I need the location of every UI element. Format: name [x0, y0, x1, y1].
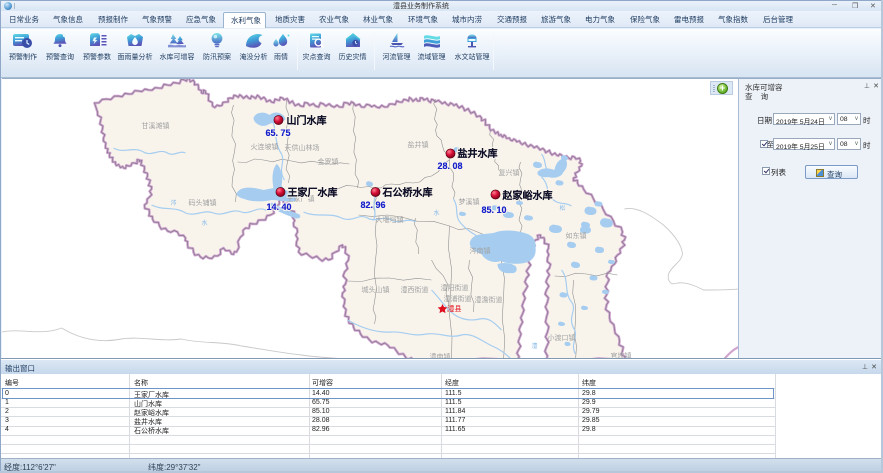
- svg-text:盐井水库: 盐井水库: [458, 147, 498, 160]
- svg-text:码头铺镇: 码头铺镇: [189, 198, 217, 207]
- svg-text:大堰垱镇: 大堰垱镇: [376, 215, 404, 224]
- svg-text:天供山林场: 天供山林场: [285, 143, 320, 152]
- svg-text:石公桥水库: 石公桥水库: [382, 186, 433, 199]
- svg-text:小渡口镇: 小渡口镇: [548, 333, 576, 342]
- svg-text:城头山镇: 城头山镇: [362, 285, 390, 294]
- svg-text:梦溪镇: 梦溪镇: [459, 197, 480, 206]
- svg-text:澧: 澧: [532, 342, 538, 350]
- svg-text:盐井镇: 盐井镇: [408, 140, 429, 149]
- svg-text:水: 水: [202, 219, 208, 227]
- svg-text:澧西街道: 澧西街道: [401, 285, 429, 294]
- svg-text:澧阳街道: 澧阳街道: [441, 283, 469, 292]
- svg-text:涔: 涔: [171, 199, 177, 207]
- svg-text:甘溪滩镇: 甘溪滩镇: [142, 121, 170, 130]
- svg-text:澧浦街道: 澧浦街道: [444, 294, 472, 303]
- svg-text:澧澹街道: 澧澹街道: [475, 295, 503, 304]
- svg-text:28. 08: 28. 08: [438, 161, 463, 171]
- svg-text:如东镇: 如东镇: [566, 231, 587, 240]
- svg-text:金罗镇: 金罗镇: [318, 157, 339, 166]
- svg-text:85. 10: 85. 10: [482, 205, 507, 215]
- svg-text:复兴镇: 复兴镇: [499, 168, 520, 177]
- svg-text:王家厂水库: 王家厂水库: [288, 186, 338, 199]
- svg-text:松: 松: [560, 204, 566, 212]
- svg-text:82. 96: 82. 96: [361, 200, 386, 210]
- svg-text:赵家峪水库: 赵家峪水库: [502, 189, 553, 202]
- svg-text:65. 75: 65. 75: [266, 128, 291, 138]
- svg-text:涔南镇: 涔南镇: [470, 246, 491, 255]
- svg-text:澧县: 澧县: [448, 304, 462, 313]
- svg-text:14. 40: 14. 40: [267, 202, 292, 212]
- svg-text:水: 水: [434, 209, 440, 217]
- svg-text:火连坡镇: 火连坡镇: [251, 142, 279, 151]
- svg-text:山门水库: 山门水库: [287, 114, 327, 127]
